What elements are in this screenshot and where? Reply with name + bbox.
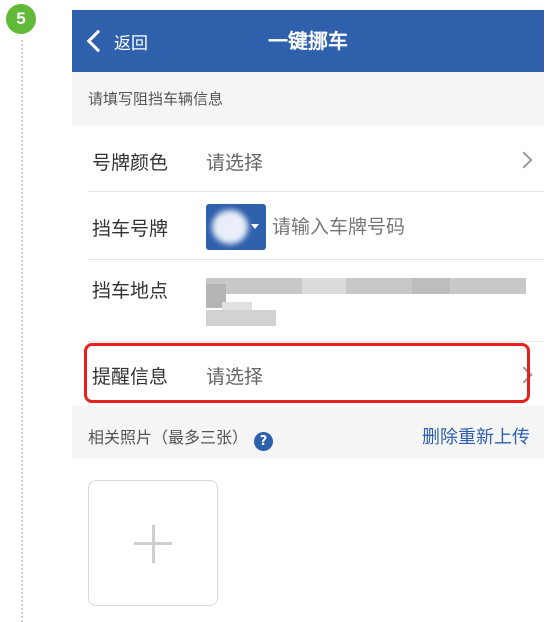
back-label: 返回 [114,33,148,54]
delete-reupload-link[interactable]: 删除重新上传 [422,423,530,449]
back-button[interactable]: 返回 [84,10,148,72]
section-hint: 请填写阻挡车辆信息 [88,90,224,108]
chevron-left-icon [86,29,110,53]
plate-number-input[interactable] [272,204,522,250]
plate-color-select[interactable]: 请选择 [206,148,263,175]
blurred-province-text [212,210,248,244]
vehicle-form: 号牌颜色 请选择 挡车号牌 挡车地点 [72,126,544,406]
photos-label: 相关照片（最多三张）? [88,424,274,451]
location-label: 挡车地点 [92,280,169,302]
photos-label-text: 相关照片（最多三张） [88,428,249,447]
step-number-badge: 5 [6,4,36,34]
reminder-select[interactable]: 请选择 [206,362,263,389]
plate-number-label: 挡车号牌 [92,218,169,240]
reminder-row[interactable]: 提醒信息 请选择 [72,342,544,406]
chevron-right-icon [515,151,533,169]
location-row: 挡车地点 [72,260,544,342]
photo-upload-area [72,458,544,622]
plate-color-row[interactable]: 号牌颜色 请选择 [72,126,544,192]
reminder-label: 提醒信息 [92,366,169,388]
plate-color-label: 号牌颜色 [92,152,169,174]
chevron-right-icon [515,366,533,384]
caret-down-icon [251,224,259,229]
phone-screen: 返回 一键挪车 请填写阻挡车辆信息 号牌颜色 请选择 挡车号牌 挡车地点 [72,10,544,622]
add-photo-button[interactable] [88,480,218,606]
plate-province-dropdown[interactable] [206,204,266,250]
help-icon[interactable]: ? [254,432,274,451]
step-divider [21,40,23,622]
nav-bar: 返回 一键挪车 [72,10,544,72]
plate-number-row: 挡车号牌 [72,192,544,260]
